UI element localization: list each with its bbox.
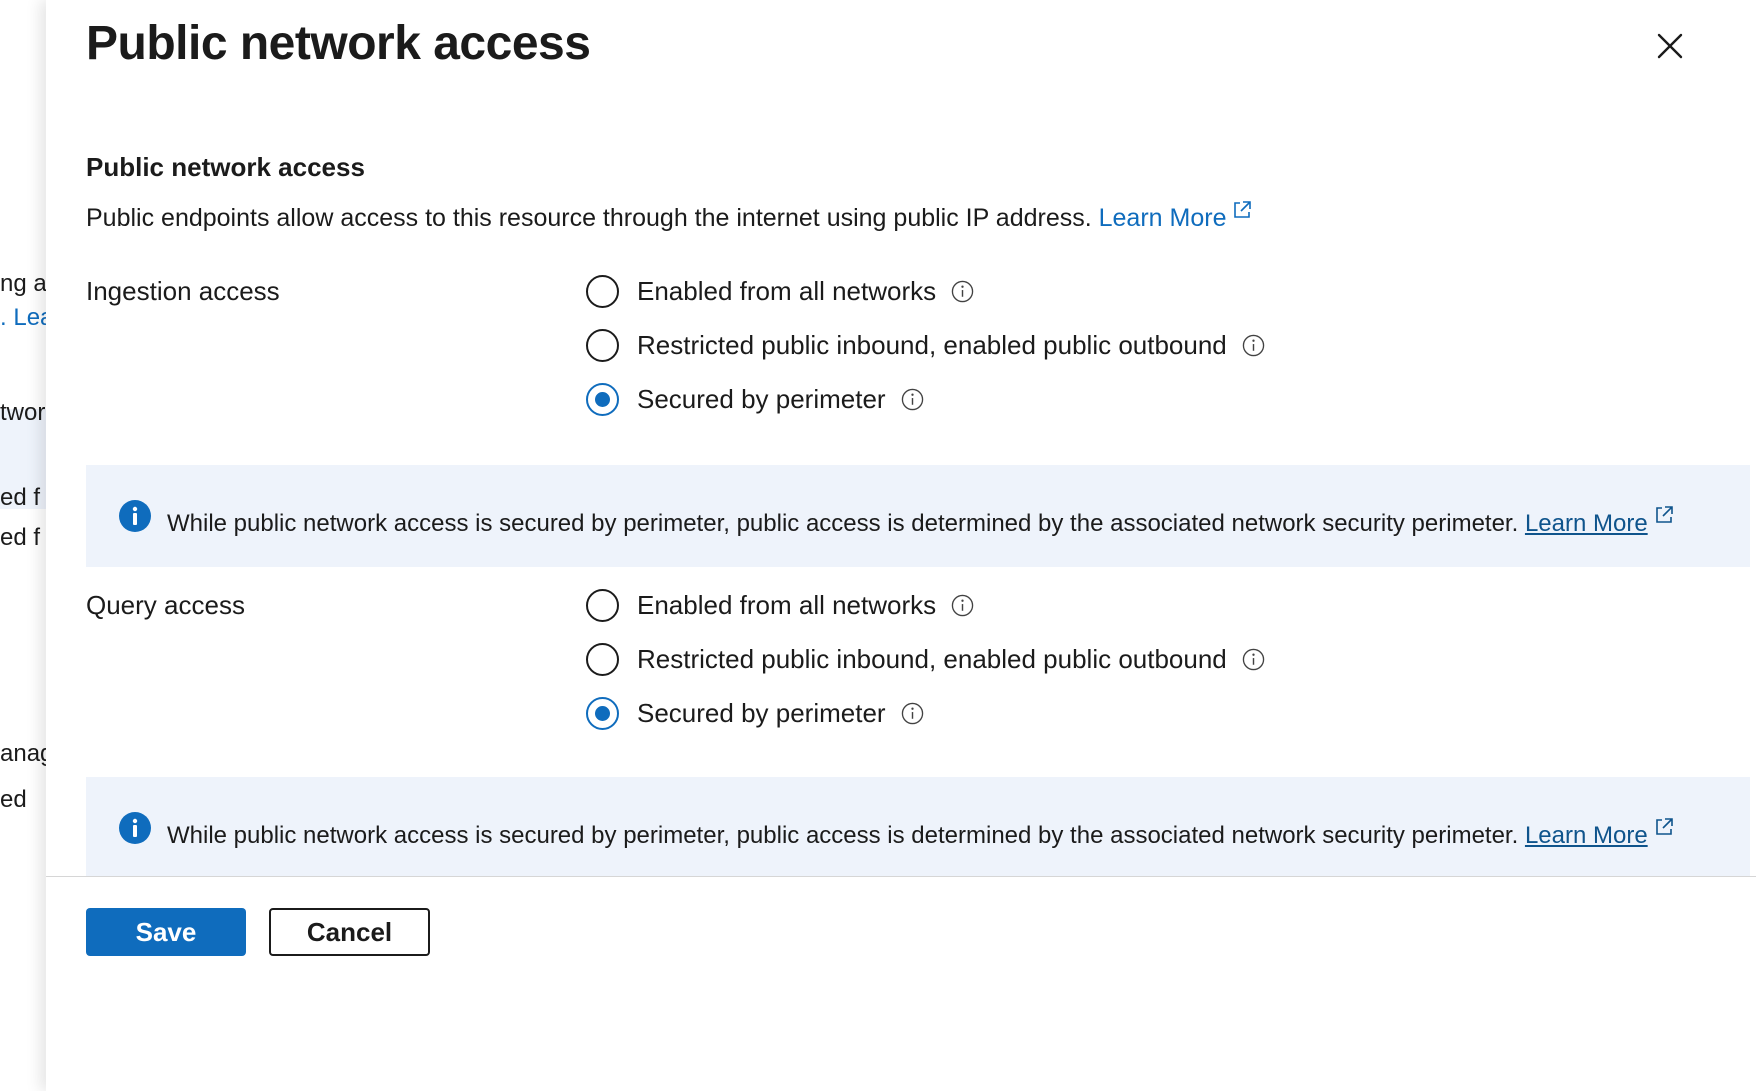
radio-button[interactable] bbox=[586, 274, 619, 308]
external-link-icon bbox=[1234, 201, 1252, 218]
info-icon bbox=[119, 812, 151, 844]
info-icon[interactable] bbox=[901, 702, 924, 725]
section-heading: Public network access bbox=[86, 152, 365, 182]
background-text-fragment: ng a bbox=[0, 270, 46, 297]
radio-label: Enabled from all networks bbox=[637, 275, 937, 306]
info-banner-learn-more-link[interactable]: Learn More bbox=[1525, 822, 1648, 849]
query-option-secured-by-perimeter[interactable]: Secured by perimeter bbox=[586, 695, 1265, 731]
cancel-button[interactable]: Cancel bbox=[269, 908, 430, 956]
background-page: ng a . Lea twor ed f ed f anag ed bbox=[0, 0, 46, 1091]
radio-label: Enabled from all networks bbox=[637, 589, 937, 620]
info-banner-learn-more-link[interactable]: Learn More bbox=[1525, 510, 1648, 537]
info-icon[interactable] bbox=[951, 594, 974, 617]
panel-footer: Save Cancel bbox=[46, 877, 1756, 1091]
description-learn-more-link[interactable]: Learn More bbox=[1099, 201, 1253, 232]
save-button[interactable]: Save bbox=[86, 908, 246, 956]
query-access-label: Query access bbox=[86, 590, 245, 620]
info-icon[interactable] bbox=[901, 388, 924, 411]
query-option-enabled-all-networks[interactable]: Enabled from all networks bbox=[586, 587, 1265, 623]
query-option-restricted-inbound[interactable]: Restricted public inbound, enabled publi… bbox=[586, 641, 1265, 677]
background-text-fragment: ed f bbox=[0, 524, 41, 551]
radio-label: Restricted public inbound, enabled publi… bbox=[637, 643, 1227, 674]
background-text-fragment: ed f bbox=[0, 484, 41, 511]
query-info-banner: While public network access is secured b… bbox=[86, 777, 1750, 879]
ingestion-access-label: Ingestion access bbox=[86, 276, 280, 306]
description-text: Public endpoints allow access to this re… bbox=[86, 204, 1099, 232]
background-text-fragment: anag bbox=[0, 740, 46, 767]
close-button[interactable] bbox=[1652, 28, 1688, 64]
ingestion-option-enabled-all-networks[interactable]: Enabled from all networks bbox=[586, 273, 1265, 309]
query-access-radio-group: Enabled from all networks Restricted pub… bbox=[586, 587, 1265, 749]
external-link-icon bbox=[1655, 818, 1673, 835]
radio-button-selected[interactable] bbox=[586, 382, 619, 416]
public-network-access-panel: Public network access Public network acc… bbox=[46, 0, 1756, 1091]
info-icon[interactable] bbox=[1242, 648, 1265, 671]
info-icon[interactable] bbox=[951, 280, 974, 303]
radio-label: Secured by perimeter bbox=[637, 697, 886, 728]
external-link-icon bbox=[1655, 506, 1673, 523]
background-link-fragment: . Lea bbox=[0, 304, 46, 331]
panel-title: Public network access bbox=[86, 17, 591, 70]
radio-button[interactable] bbox=[586, 642, 619, 676]
ingestion-option-restricted-inbound[interactable]: Restricted public inbound, enabled publi… bbox=[586, 327, 1265, 363]
info-banner-text: While public network access is secured b… bbox=[167, 505, 1674, 538]
info-icon bbox=[119, 500, 151, 532]
radio-button-selected[interactable] bbox=[586, 696, 619, 730]
background-text-fragment: ed bbox=[0, 786, 27, 813]
radio-label: Secured by perimeter bbox=[637, 383, 886, 414]
background-text-fragment: twor bbox=[0, 399, 46, 426]
section-description: Public endpoints allow access to this re… bbox=[86, 200, 1252, 233]
radio-button[interactable] bbox=[586, 328, 619, 362]
ingestion-info-banner: While public network access is secured b… bbox=[86, 465, 1750, 567]
radio-button[interactable] bbox=[586, 588, 619, 622]
info-banner-text: While public network access is secured b… bbox=[167, 817, 1674, 850]
ingestion-access-radio-group: Enabled from all networks Restricted pub… bbox=[586, 273, 1265, 435]
info-icon[interactable] bbox=[1242, 334, 1265, 357]
ingestion-option-secured-by-perimeter[interactable]: Secured by perimeter bbox=[586, 381, 1265, 417]
close-icon bbox=[1657, 33, 1683, 59]
radio-label: Restricted public inbound, enabled publi… bbox=[637, 329, 1227, 360]
